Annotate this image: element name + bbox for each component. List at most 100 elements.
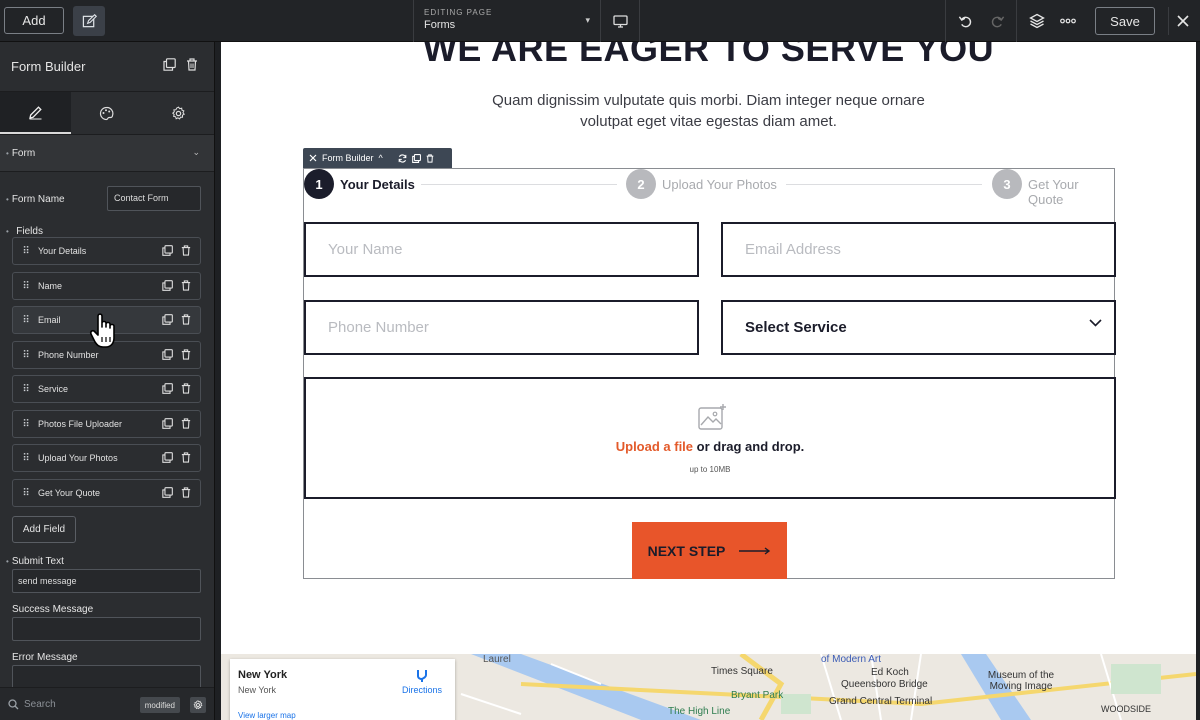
chevron-up-icon[interactable]: ^ — [379, 153, 383, 163]
directions-link[interactable]: Directions — [402, 669, 442, 695]
history-controls — [945, 0, 1017, 42]
trash-icon[interactable] — [181, 487, 191, 498]
trash-icon[interactable] — [426, 153, 434, 163]
map-label-woodside: WOODSIDE — [1101, 704, 1152, 714]
phone-field[interactable]: Phone Number — [304, 300, 699, 355]
submit-text-label-row: • Submit Text — [6, 556, 64, 567]
form-section-header[interactable]: • Form ⌄ — [0, 135, 214, 172]
form-name-input[interactable]: Contact Form — [107, 186, 201, 211]
tab-style[interactable] — [71, 92, 142, 134]
settings-button[interactable] — [190, 697, 206, 713]
add-button[interactable]: Add — [4, 7, 64, 34]
trash-icon[interactable] — [186, 58, 198, 71]
layers-button[interactable] — [1027, 11, 1047, 31]
field-item-upload-your-photos[interactable]: ⠿ Upload Your Photos — [12, 444, 201, 472]
more-options-button[interactable] — [1058, 11, 1078, 31]
form-builder-tag[interactable]: Form Builder ^ — [303, 148, 452, 168]
field-item-get-your-quote[interactable]: ⠿ Get Your Quote — [12, 479, 201, 507]
undo-button[interactable] — [956, 12, 974, 30]
refresh-icon[interactable] — [398, 153, 407, 163]
duplicate-icon[interactable] — [162, 383, 173, 394]
field-item-label: Upload Your Photos — [38, 453, 118, 463]
duplicate-icon[interactable] — [162, 487, 173, 498]
submit-text-input[interactable]: send message — [12, 569, 201, 593]
duplicate-icon[interactable] — [162, 452, 173, 463]
trash-icon[interactable] — [181, 452, 191, 463]
trash-icon[interactable] — [181, 314, 191, 325]
field-item-label: Get Your Quote — [38, 488, 101, 498]
duplicate-icon[interactable] — [162, 418, 173, 429]
step-3-label: Get Your Quote — [1028, 177, 1079, 207]
map-label-bryant-park: Bryant Park — [731, 690, 784, 701]
trash-icon[interactable] — [181, 245, 191, 256]
upload-file-link[interactable]: Upload a file — [616, 439, 693, 454]
next-step-label: NEXT STEP — [647, 542, 726, 559]
field-item-name[interactable]: ⠿ Name — [12, 272, 201, 300]
email-field[interactable]: Email Address — [721, 222, 1116, 277]
tab-settings[interactable] — [143, 92, 214, 134]
next-step-button[interactable]: NEXT STEP — [632, 522, 787, 579]
desktop-preview-button[interactable] — [602, 0, 640, 42]
duplicate-icon[interactable] — [162, 245, 173, 256]
duplicate-icon[interactable] — [163, 58, 176, 71]
field-item-label: Phone Number — [38, 350, 99, 360]
upload-instructions: Upload a file or drag and drop. — [306, 439, 1114, 454]
name-field[interactable]: Your Name — [304, 222, 699, 277]
submit-text-label: Submit Text — [11, 556, 64, 567]
tab-content[interactable] — [0, 92, 72, 134]
field-item-your-details[interactable]: ⠿ Your Details — [12, 237, 201, 265]
drag-handle-icon[interactable]: ⠿ — [13, 246, 38, 257]
move-icon — [309, 154, 317, 162]
search-input[interactable]: Search — [24, 699, 56, 710]
field-item-photos-file-uploader[interactable]: ⠿ Photos File Uploader — [12, 410, 201, 438]
image-upload-icon — [698, 404, 726, 430]
duplicate-icon[interactable] — [411, 153, 421, 163]
drag-handle-icon[interactable]: ⠿ — [13, 281, 38, 292]
chevron-down-icon: ▾ — [585, 15, 590, 25]
field-item-service[interactable]: ⠿ Service — [12, 375, 201, 403]
upload-size-limit: up to 10MB — [689, 465, 731, 474]
file-upload-dropzone[interactable]: Upload a file or drag and drop. up to 10… — [304, 377, 1116, 499]
step-connector — [786, 184, 982, 185]
drag-handle-icon[interactable]: ⠿ — [13, 488, 38, 499]
pencil-icon — [29, 105, 42, 119]
close-editor-button[interactable] — [1168, 7, 1196, 35]
step-connector — [421, 184, 617, 185]
drag-handle-icon[interactable]: ⠿ — [13, 453, 38, 464]
directions-icon — [416, 670, 427, 682]
trash-icon[interactable] — [181, 418, 191, 429]
view-larger-map-link[interactable]: View larger map — [238, 711, 296, 720]
page-canvas: WE ARE EAGER TO SERVE YOU Quam dignissim… — [221, 42, 1196, 720]
success-message-input[interactable] — [12, 617, 201, 641]
close-icon — [1176, 15, 1189, 27]
drag-handle-icon[interactable]: ⠿ — [13, 419, 38, 430]
step-1-number[interactable]: 1 — [304, 169, 334, 199]
palette-icon — [100, 106, 114, 120]
upload-drag-text: or drag and drop. — [693, 439, 805, 454]
add-field-button[interactable]: Add Field — [12, 516, 76, 543]
drag-handle-icon[interactable]: ⠿ — [13, 350, 38, 361]
field-item-label: Name — [38, 281, 63, 291]
multi-step-form: 1 Your Details 2 Upload Your Photos 3 Ge… — [303, 168, 1116, 579]
save-button[interactable]: Save — [1095, 7, 1155, 35]
step-1-label: Your Details — [340, 177, 415, 192]
service-select-value: Select Service — [745, 319, 847, 336]
duplicate-icon[interactable] — [162, 280, 173, 291]
duplicate-icon[interactable] — [162, 349, 173, 360]
trash-icon[interactable] — [181, 383, 191, 394]
drag-handle-icon[interactable]: ⠿ — [13, 315, 38, 326]
edit-pencil-button[interactable] — [73, 6, 105, 36]
redo-button[interactable] — [988, 12, 1006, 30]
step-3-number[interactable]: 3 — [992, 169, 1022, 199]
gear-icon — [193, 700, 203, 710]
embedded-map[interactable]: Laurel of Modern Art Times Square Ed Koc… — [221, 654, 1196, 720]
editing-page-selector[interactable]: EDITING PAGE Forms ▾ — [413, 0, 601, 42]
trash-icon[interactable] — [181, 280, 191, 291]
service-select[interactable]: Select Service — [721, 300, 1116, 355]
map-label-high-line: The High Line — [668, 706, 731, 717]
step-2-number[interactable]: 2 — [626, 169, 656, 199]
trash-icon[interactable] — [181, 349, 191, 360]
drag-handle-icon[interactable]: ⠿ — [13, 384, 38, 395]
directions-label: Directions — [401, 685, 442, 695]
duplicate-icon[interactable] — [162, 314, 173, 325]
